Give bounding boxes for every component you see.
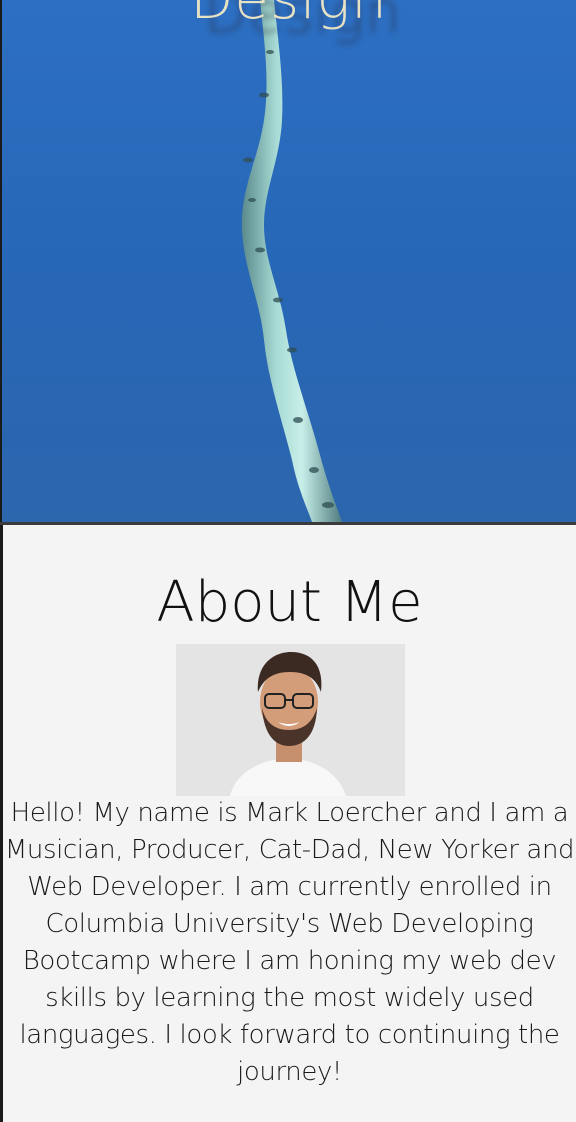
- hero-title: Design: [2, 0, 576, 28]
- hero-image: [2, 0, 576, 522]
- portrait-illustration: [176, 644, 405, 796]
- hero-section: Design: [2, 0, 576, 522]
- portrait-image: [176, 644, 405, 796]
- page: Design About Me: [0, 0, 576, 1122]
- about-heading: About Me: [156, 570, 423, 635]
- about-bio: Hello! My name is Mark Loercher and I am…: [4, 798, 575, 1087]
- about-section: About Me Hello! My name is Mark Loercher…: [3, 525, 576, 1122]
